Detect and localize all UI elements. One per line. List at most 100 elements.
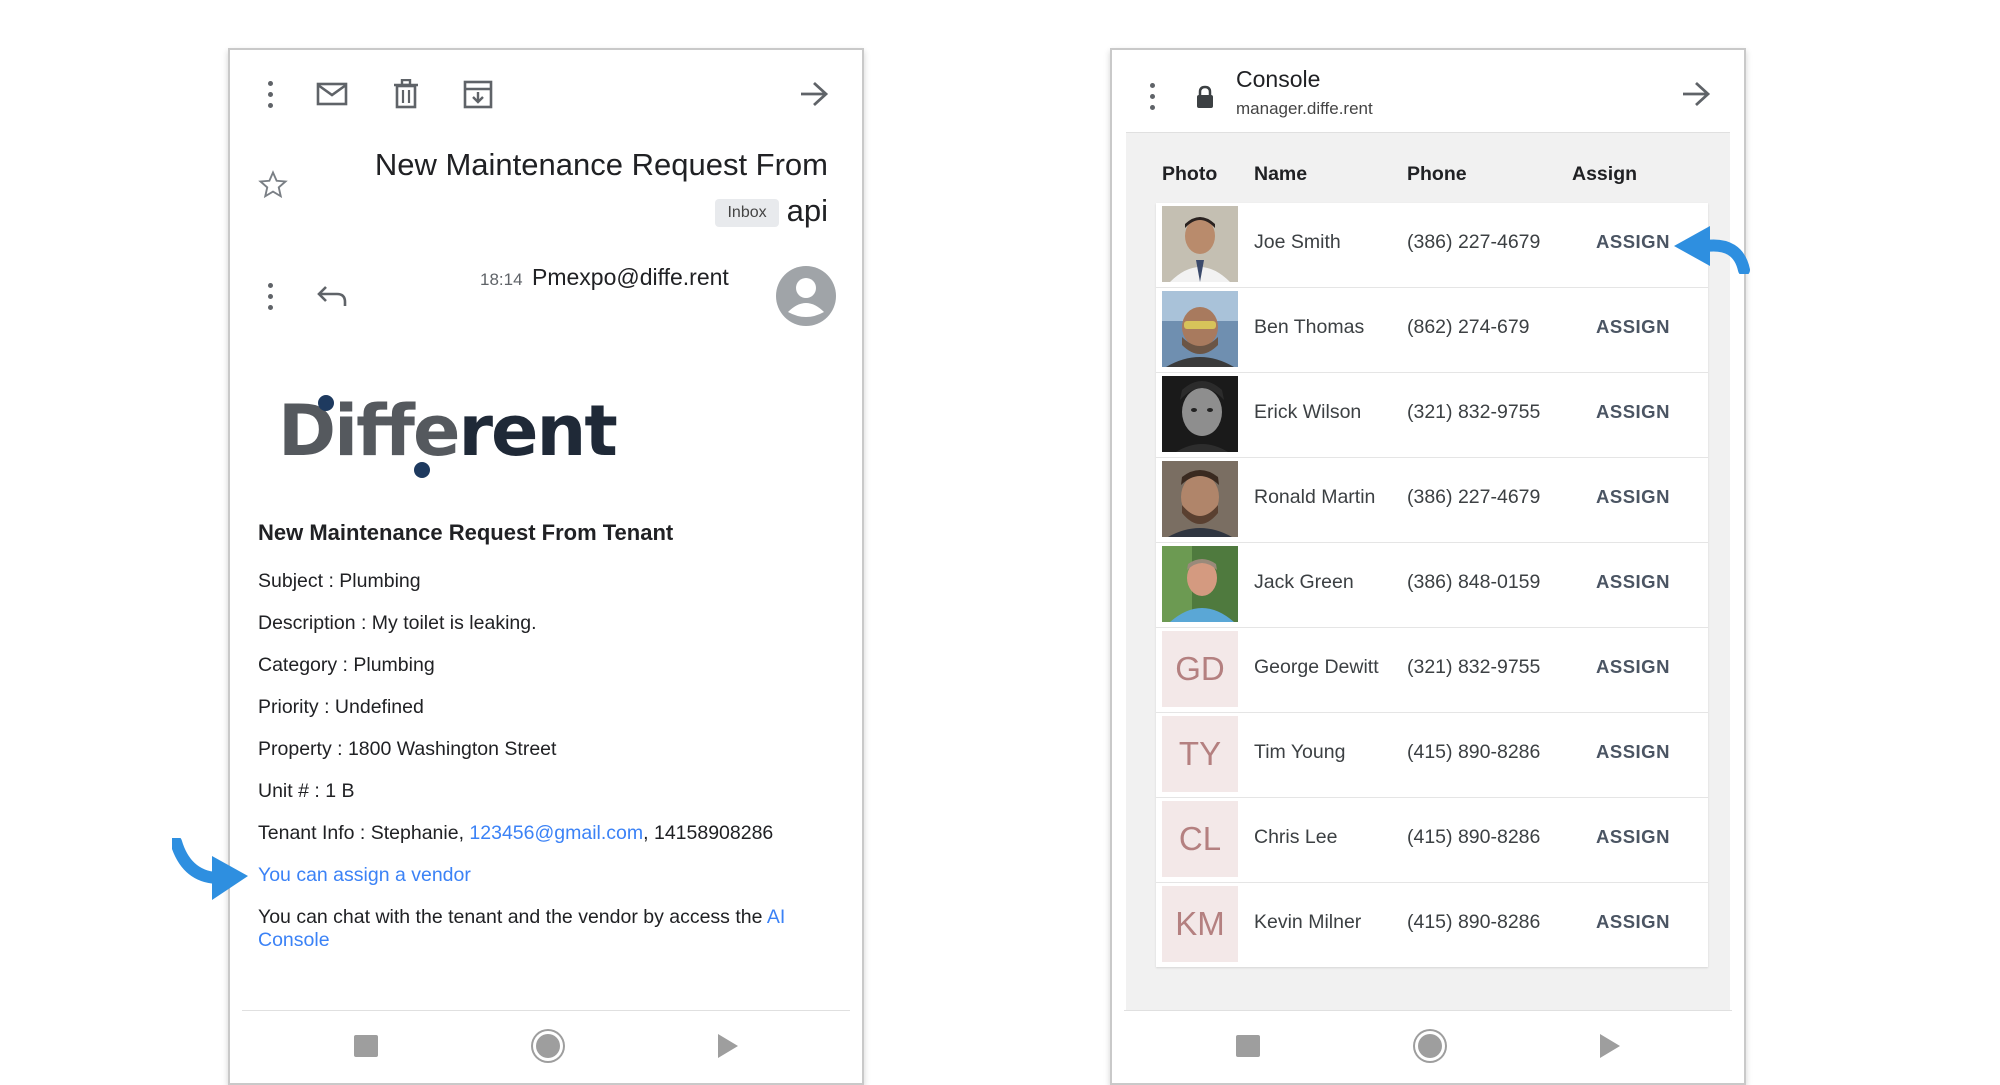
console-url: manager.diffe.rent (1236, 99, 1373, 118)
reply-icon[interactable] (314, 278, 350, 314)
email-phone-frame: New Maintenance Request From Inbox api 18… (228, 48, 864, 1085)
vendor-phone: (415) 890-8286 (1407, 911, 1541, 933)
console-phone-frame: Console manager.diffe.rent Photo Name Ph… (1110, 48, 1746, 1085)
assign-button[interactable]: ASSIGN (1596, 741, 1670, 763)
assign-button[interactable]: ASSIGN (1596, 571, 1670, 593)
vendor-phone: (386) 227-4679 (1407, 231, 1541, 253)
email-time: 18:14 (480, 270, 523, 289)
inbox-badge[interactable]: Inbox (715, 198, 779, 227)
forward-arrow-icon[interactable] (796, 76, 832, 112)
vendor-phone: (386) 227-4679 (1407, 486, 1541, 508)
star-icon[interactable] (256, 168, 290, 202)
console-title: Console (1236, 66, 1321, 92)
assign-vendor-link[interactable]: You can assign a vendor (258, 864, 471, 887)
vendor-phone: (415) 890-8286 (1407, 826, 1541, 848)
forward-arrow-icon[interactable] (1678, 76, 1714, 112)
table-row: GD George Dewitt (321) 832-9755 ASSIGN (1156, 628, 1708, 713)
sender-email[interactable]: Pmexpo@diffe.rent (532, 264, 729, 291)
vendor-photo (1162, 461, 1238, 537)
email-body-heading: New Maintenance Request From Tenant (258, 520, 674, 545)
avatar-icon[interactable] (776, 266, 836, 326)
subject-line: Subject : Plumbing (258, 570, 421, 592)
assign-button[interactable]: ASSIGN (1596, 316, 1670, 338)
assign-button[interactable]: ASSIGN (1596, 911, 1670, 933)
table-row: Ben Thomas (862) 274-679 ASSIGN (1156, 288, 1708, 373)
column-header-assign: Assign (1572, 163, 1638, 185)
recents-button[interactable] (1236, 1035, 1260, 1057)
vendor-initials-avatar: GD (1162, 631, 1238, 707)
vendor-phone: (415) 890-8286 (1407, 741, 1541, 763)
table-row: CL Chris Lee (415) 890-8286 ASSIGN (1156, 798, 1708, 883)
android-nav-bar (1124, 1010, 1732, 1083)
vendor-name: Jack Green (1254, 571, 1354, 593)
vendor-name: Erick Wilson (1254, 401, 1362, 423)
home-button[interactable] (1418, 1034, 1442, 1058)
email-subject-line2: api (786, 193, 828, 228)
chat-line: You can chat with the tenant and the ven… (258, 906, 838, 952)
table-row: Ronald Martin (386) 227-4679 ASSIGN (1156, 458, 1708, 543)
vendor-phone: (386) 848-0159 (1407, 571, 1541, 593)
logo-text-part2: rent (458, 390, 617, 472)
message-more-vert-icon[interactable] (260, 276, 280, 316)
chat-text: You can chat with the tenant and the ven… (258, 906, 767, 928)
more-vert-icon[interactable] (1142, 76, 1162, 116)
tenant-info-prefix: Tenant Info : Stephanie, (258, 822, 470, 844)
home-button[interactable] (536, 1034, 560, 1058)
email-subject-title: New Maintenance Request From Inbox api (375, 142, 828, 234)
vendor-phone: (321) 832-9755 (1407, 656, 1541, 678)
vendor-phone: (862) 274-679 (1407, 316, 1530, 338)
company-logo: Different (278, 390, 618, 478)
table-row: Erick Wilson (321) 832-9755 ASSIGN (1156, 373, 1708, 458)
back-button[interactable] (718, 1034, 738, 1058)
table-row: Joe Smith (386) 227-4679 ASSIGN (1156, 203, 1708, 288)
assign-button[interactable]: ASSIGN (1596, 231, 1670, 253)
table-row: KM Kevin Milner (415) 890-8286 ASSIGN (1156, 883, 1708, 967)
column-header-name: Name (1254, 163, 1308, 185)
category-line: Category : Plumbing (258, 654, 435, 676)
vendor-photo (1162, 206, 1238, 282)
vendor-initials-avatar: KM (1162, 886, 1238, 962)
logo-text-part1: Diffe (278, 390, 460, 472)
vendor-name: Ben Thomas (1254, 316, 1365, 338)
email-subject-line1: New Maintenance Request From (374, 147, 828, 182)
console-content: Photo Name Phone Assign Joe Smith (386) … (1126, 132, 1730, 1011)
assign-button[interactable]: ASSIGN (1596, 401, 1670, 423)
mail-icon[interactable] (314, 76, 350, 112)
vendor-name: Joe Smith (1254, 231, 1341, 253)
android-nav-bar (242, 1010, 850, 1083)
vendor-photo (1162, 546, 1238, 622)
logo-dot-bottom (414, 462, 430, 478)
vendor-photo (1162, 376, 1238, 452)
recents-button[interactable] (354, 1035, 378, 1057)
table-row: TY Tim Young (415) 890-8286 ASSIGN (1156, 713, 1708, 798)
column-header-phone: Phone (1407, 163, 1467, 185)
table-row: Jack Green (386) 848-0159 ASSIGN (1156, 543, 1708, 628)
vendor-table: Joe Smith (386) 227-4679 ASSIGN Ben Thom… (1156, 203, 1708, 967)
vendor-name: Kevin Milner (1254, 911, 1362, 933)
vendor-name: Ronald Martin (1254, 486, 1376, 508)
priority-line: Priority : Undefined (258, 696, 424, 718)
property-line: Property : 1800 Washington Street (258, 738, 557, 760)
assign-button[interactable]: ASSIGN (1596, 656, 1670, 678)
vendor-phone: (321) 832-9755 (1407, 401, 1541, 423)
pointer-arrow-left (172, 838, 248, 900)
pointer-arrow-right (1674, 226, 1750, 274)
tenant-info-suffix: , 14158908286 (643, 822, 774, 844)
vendor-photo (1162, 291, 1238, 367)
more-vert-icon[interactable] (260, 74, 280, 114)
archive-icon[interactable] (460, 74, 496, 114)
trash-icon[interactable] (388, 74, 424, 114)
assign-button[interactable]: ASSIGN (1596, 826, 1670, 848)
vendor-name: Tim Young (1254, 741, 1346, 763)
vendor-initials-avatar: TY (1162, 716, 1238, 792)
assign-button[interactable]: ASSIGN (1596, 486, 1670, 508)
lock-icon (1190, 80, 1220, 114)
description-line: Description : My toilet is leaking. (258, 612, 537, 634)
tenant-email-link[interactable]: 123456@gmail.com (469, 822, 643, 844)
logo-dot-top (318, 395, 334, 411)
vendor-name: Chris Lee (1254, 826, 1338, 848)
column-header-photo: Photo (1162, 163, 1218, 185)
back-button[interactable] (1600, 1034, 1620, 1058)
unit-line: Unit # : 1 B (258, 780, 355, 802)
vendor-initials-avatar: CL (1162, 801, 1238, 877)
